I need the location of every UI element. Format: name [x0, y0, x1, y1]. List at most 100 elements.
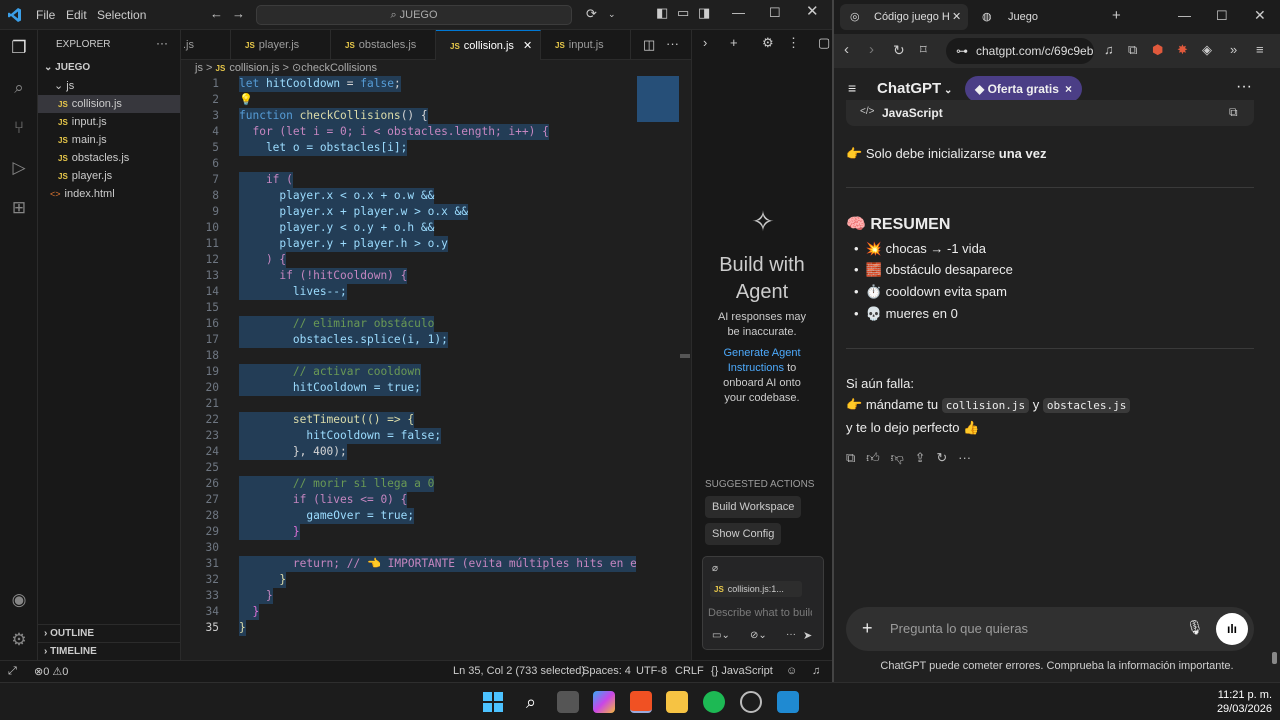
copy-icon[interactable]: ⧉ — [846, 450, 855, 465]
agent-input-box[interactable]: ⌀ JS collision.js:1... Describe what to b… — [702, 556, 824, 650]
file-collision-js[interactable]: JS collision.js — [38, 95, 180, 113]
notifications-icon[interactable]: ♫ — [812, 665, 820, 677]
thumbs-up-icon[interactable]: 👍︎ — [866, 450, 880, 465]
more-actions-icon[interactable]: ··· — [786, 629, 796, 640]
back-arrow-icon[interactable]: ‹ — [844, 42, 849, 57]
plus-icon[interactable]: + — [862, 618, 873, 639]
agent-prompt-input[interactable]: Describe what to build — [708, 607, 812, 619]
search-icon[interactable]: ⌕ — [520, 691, 542, 713]
minimize-icon[interactable]: — — [1178, 9, 1191, 23]
toggle-secondary-sidebar-icon[interactable]: ◨ — [698, 6, 710, 20]
lightbulb-icon[interactable]: 💡 — [239, 92, 253, 108]
toggle-sidebar-icon[interactable]: ◧ — [656, 6, 668, 20]
indentation[interactable]: Spaces: 4 — [582, 665, 631, 677]
tab-input-js[interactable]: JS input.js — [541, 30, 631, 60]
maximize-panel-icon[interactable]: ▢ — [818, 36, 830, 50]
reload-icon[interactable]: ↻ — [893, 43, 905, 57]
tab-partial[interactable]: .js — [181, 30, 231, 60]
page-scrollbar[interactable] — [1272, 652, 1277, 664]
system-clock[interactable]: 11:21 p. m. 29/03/2026 — [1196, 688, 1272, 716]
folder-js[interactable]: ⌄ js — [38, 77, 180, 95]
command-center-search[interactable]: ⌕ JUEGO — [256, 5, 572, 25]
close-icon[interactable]: ✕ — [1254, 8, 1266, 22]
file-main-js[interactable]: JS main.js — [38, 131, 180, 149]
search-icon[interactable]: ⌕ — [9, 78, 29, 98]
copilot-icon[interactable] — [593, 691, 615, 713]
attach-icon[interactable]: ⌀ — [712, 563, 718, 574]
model-icon[interactable]: ⊘⌄ — [750, 630, 767, 641]
chat-composer[interactable]: + Pregunta lo que quieras 🎙︎ ılı — [846, 607, 1254, 651]
line-ending[interactable]: CRLF — [675, 665, 704, 677]
forward-arrow-icon[interactable]: › — [869, 42, 874, 57]
source-control-icon[interactable]: ⑂ — [9, 118, 29, 138]
copilot-icon[interactable]: ⟳ — [586, 7, 597, 21]
encoding[interactable]: UTF-8 — [636, 665, 667, 677]
menu-icon[interactable]: ≡ — [1256, 43, 1264, 57]
account-icon[interactable]: ◉ — [9, 590, 29, 610]
menu-edit[interactable]: Edit — [66, 8, 87, 22]
toggle-panel-icon[interactable]: ▭ — [677, 6, 689, 20]
file-input-js[interactable]: JS input.js — [38, 113, 180, 131]
spotify-icon[interactable] — [703, 691, 725, 713]
breadcrumb-folder[interactable]: js — [195, 62, 203, 74]
extensions-icon[interactable]: » — [1230, 43, 1237, 57]
microphone-icon[interactable]: 🎙︎ — [1186, 619, 1204, 636]
model-selector[interactable]: ChatGPT ⌄ — [877, 80, 952, 97]
cursor-position[interactable]: Ln 35, Col 2 (733 selected) — [453, 665, 585, 677]
more-options-icon[interactable]: ··· — [958, 450, 971, 465]
close-tab-icon[interactable]: ✕ — [523, 31, 532, 61]
sidebar-toggle-icon[interactable]: ≡ — [848, 80, 856, 96]
close-icon[interactable]: × — [1065, 76, 1072, 102]
more-options-icon[interactable]: ··· — [1236, 78, 1252, 96]
minimap[interactable] — [637, 76, 679, 122]
file-player-js[interactable]: JS player.js — [38, 167, 180, 185]
minimize-icon[interactable]: — — [732, 6, 745, 20]
browser-tab-juego[interactable]: ◍ Juego — [974, 4, 1094, 30]
copy-icon[interactable]: ⧉ — [1229, 105, 1238, 120]
file-explorer-icon[interactable] — [666, 691, 688, 713]
mode-icon[interactable]: ▭⌄ — [712, 630, 730, 641]
file-obstacles-js[interactable]: JS obstacles.js — [38, 149, 180, 167]
split-editor-icon[interactable]: ◫ — [643, 38, 655, 52]
explorer-icon[interactable]: ❐ — [9, 38, 29, 58]
build-workspace-button[interactable]: Build Workspace — [705, 496, 802, 518]
music-icon[interactable]: ♫ — [1104, 43, 1114, 57]
copilot-status-icon[interactable]: ☺ — [786, 665, 797, 677]
outline-section[interactable]: › OUTLINE — [38, 624, 180, 642]
new-tab-icon[interactable]: + — [1112, 8, 1121, 23]
problems-indicator[interactable]: ⊗0 ⚠0 — [34, 665, 68, 678]
run-debug-icon[interactable]: ▷ — [9, 158, 29, 178]
steam-icon[interactable] — [740, 691, 762, 713]
explorer-root-folder[interactable]: ⌄ JUEGO — [38, 59, 180, 77]
send-icon[interactable]: ➤ — [803, 629, 812, 642]
thumbs-down-icon[interactable]: 👎︎ — [891, 450, 904, 465]
bookmark-icon[interactable]: ⌑ — [920, 43, 927, 57]
show-config-button[interactable]: Show Config — [705, 523, 782, 545]
menu-selection[interactable]: Selection — [97, 8, 146, 22]
voice-mode-button[interactable]: ılı — [1216, 613, 1248, 645]
breadcrumb-file[interactable]: collision.js — [229, 62, 279, 74]
regenerate-icon[interactable]: ↻ — [936, 450, 947, 465]
share-icon[interactable]: ⇪ — [915, 450, 926, 465]
gear-icon[interactable]: ⚙ — [762, 36, 774, 50]
free-offer-badge[interactable]: ◆ Oferta gratis × — [965, 76, 1082, 102]
maximize-icon[interactable]: ☐ — [1216, 9, 1228, 23]
extensions-icon[interactable]: ⊞ — [9, 198, 29, 218]
more-actions-icon[interactable]: › — [703, 36, 707, 50]
close-tab-icon[interactable]: ✕ — [952, 4, 961, 30]
menu-file[interactable]: File — [36, 8, 55, 22]
vpn-icon[interactable]: ◈ — [1202, 43, 1212, 57]
tab-collision-js[interactable]: JS collision.js ✕ — [436, 30, 541, 60]
context-file-chip[interactable]: JS collision.js:1... — [710, 581, 802, 597]
more-actions-icon[interactable]: ··· — [666, 37, 679, 51]
tab-player-js[interactable]: JS player.js — [231, 30, 331, 60]
tab-obstacles-js[interactable]: JS obstacles.js — [331, 30, 436, 60]
language-mode[interactable]: {} JavaScript — [711, 665, 773, 677]
brave-shield-icon[interactable]: ⬢ — [1152, 43, 1163, 57]
maximize-icon[interactable]: ☐ — [769, 6, 781, 20]
code-editor[interactable]: 1 2 3 4 5 6 7 8 9 10 11 12 13 14 15 16 17 18 19 20 21 22 23 24 2… — [181, 76, 636, 656]
forward-arrow-icon[interactable]: → — [232, 7, 245, 21]
close-icon[interactable]: ✕ — [806, 4, 819, 19]
task-view-icon[interactable] — [557, 691, 579, 713]
gear-icon[interactable]: ⚙ — [9, 630, 29, 650]
